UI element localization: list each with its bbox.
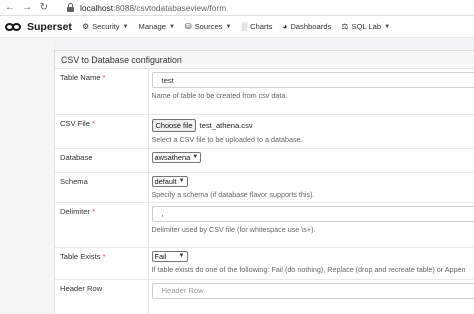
row-database: Database awsathena ▼ [55,148,474,173]
row-table-exists: Table Exists * Fail ▼ If table exists do o… [55,247,474,280]
header-row-label: Header Row [60,283,103,293]
row-header-row: Header Row Header Row [55,279,474,314]
required-marker: * [91,206,95,216]
url-path: :8088/csvtodatabaseview/form [113,3,227,13]
menu-charts-label: Charts [250,22,273,31]
database-label-cell: Database [55,148,149,173]
required-marker: * [91,118,95,128]
address-bar[interactable]: localhost:8088/csvtodatabaseview/form [66,1,474,15]
chevron-down-icon: ▼ [384,23,391,30]
table-exists-label: Table Exists [60,251,101,261]
header-row-input[interactable]: Header Row [151,282,474,299]
menu-dashboards-label: Dashboards [290,22,332,31]
chevron-down-icon: ▼ [122,23,129,30]
reload-icon[interactable]: ↻ [37,1,51,15]
database-field-cell: awsathena ▼ [148,148,474,173]
form-table: Table Name * test Name of table to be cre… [55,69,474,314]
database-selected-value: awsathena [154,152,191,162]
chevron-down-icon: ▼ [168,23,175,30]
delimiter-label: Delimiter [60,206,90,216]
menu-manage[interactable]: Manage ▼ [139,22,175,31]
menu-dashboards[interactable]: ◕ Dashboards [282,22,331,31]
table-name-label: Table Name [60,73,101,82]
chevron-down-icon: ▼ [178,253,185,259]
menu-sql-lab[interactable]: ⚖ SQL Lab ▼ [341,22,390,31]
csv-file-label-cell: CSV File * [55,114,149,149]
csv-file-field-cell: Choose file test_athena.csv Select a CSV… [148,114,474,149]
flask-icon: ⚖ [341,22,349,31]
file-picker: Choose file test_athena.csv [151,118,473,132]
table-exists-label-cell: Table Exists * [55,247,149,280]
brand-name: Superset [27,20,72,33]
delimiter-label-cell: Delimiter * [55,202,149,248]
row-delimiter: Delimiter * , Delimiter used by CSV file … [55,202,474,248]
delimiter-input[interactable]: , [151,205,474,222]
dashboard-icon: ◕ [282,22,288,31]
menu-charts[interactable]: ░ Charts [241,22,272,31]
menu-sql-lab-label: SQL Lab [351,22,382,31]
lock-icon [66,3,75,13]
database-select[interactable]: awsathena ▼ [151,151,202,163]
browser-toolbar: ← → ↻ localhost:8088/csvtodatabaseview/f… [0,0,474,16]
header-row-field-cell: Header Row [148,279,474,314]
gear-icon: ⚙ [81,22,90,31]
table-name-input[interactable]: test [151,72,474,88]
csv-file-label: CSV File [60,118,90,128]
required-marker: * [102,251,106,261]
schema-help: Specify a schema (if database flavor sup… [151,189,315,199]
chevron-down-icon: ▼ [225,23,232,30]
menu-sources[interactable]: ⛁ Sources ▼ [185,22,232,31]
page-gutter [0,38,54,314]
table-name-help: Name of table to be created from csv dat… [151,91,288,100]
app-navbar: Superset ⚙ Security ▼ Manage ▼ ⛁ Sources… [0,16,474,38]
table-name-field-cell: test Name of table to be created from cs… [148,69,474,115]
database-label: Database [60,152,93,162]
menu-sources-label: Sources [194,22,223,31]
csv-file-help: Select a CSV file to be uploaded to a da… [151,134,303,144]
header-row-label-cell: Header Row [55,279,149,314]
row-csv-file: CSV File * Choose file test_athena.csv Se… [55,114,474,149]
row-schema: Schema default ▼ Specify a schema (if dat… [55,172,474,203]
chevron-down-icon: ▼ [178,178,185,184]
forward-arrow-icon[interactable]: → [20,1,34,15]
table-exists-select[interactable]: Fail ▼ [151,250,188,262]
menu-manage-label: Manage [138,22,166,31]
required-marker: * [102,73,106,82]
schema-label: Schema [60,176,88,186]
csv-upload-panel: CSV to Database configuration Table Name… [54,50,474,314]
table-exists-field-cell: Fail ▼ If table exists do one of the foll… [148,247,474,280]
row-table-name: Table Name * test Name of table to be cre… [55,69,474,115]
table-name-label-cell: Table Name * [55,69,149,115]
table-exists-selected-value: Fail [154,251,167,261]
table-exists-help: If table exists do one of the following:… [151,264,466,274]
selected-file-name: test_athena.csv [199,120,253,130]
superset-logo-icon [5,22,23,32]
back-arrow-icon[interactable]: ← [3,1,17,15]
delimiter-help: Delimiter used by CSV file (for whitespa… [151,224,316,234]
schema-selected-value: default [154,176,177,186]
chevron-down-icon: ▼ [192,154,199,160]
main-menu: ⚙ Security ▼ Manage ▼ ⛁ Sources ▼ ░ Char… [82,22,400,31]
bar-chart-icon: ░ [241,22,248,31]
brand[interactable]: Superset [5,21,72,33]
url-host: localhost [80,3,114,13]
schema-select[interactable]: default ▼ [151,175,188,187]
menu-security-label: Security [92,22,120,31]
database-icon: ⛁ [184,22,192,31]
choose-file-button[interactable]: Choose file [151,118,197,132]
menu-security[interactable]: ⚙ Security ▼ [82,22,129,31]
schema-field-cell: default ▼ Specify a schema (if database f… [148,172,474,203]
delimiter-field-cell: , Delimiter used by CSV file (for whites… [148,202,474,248]
panel-heading: CSV to Database configuration [55,51,474,69]
schema-label-cell: Schema [55,172,149,203]
